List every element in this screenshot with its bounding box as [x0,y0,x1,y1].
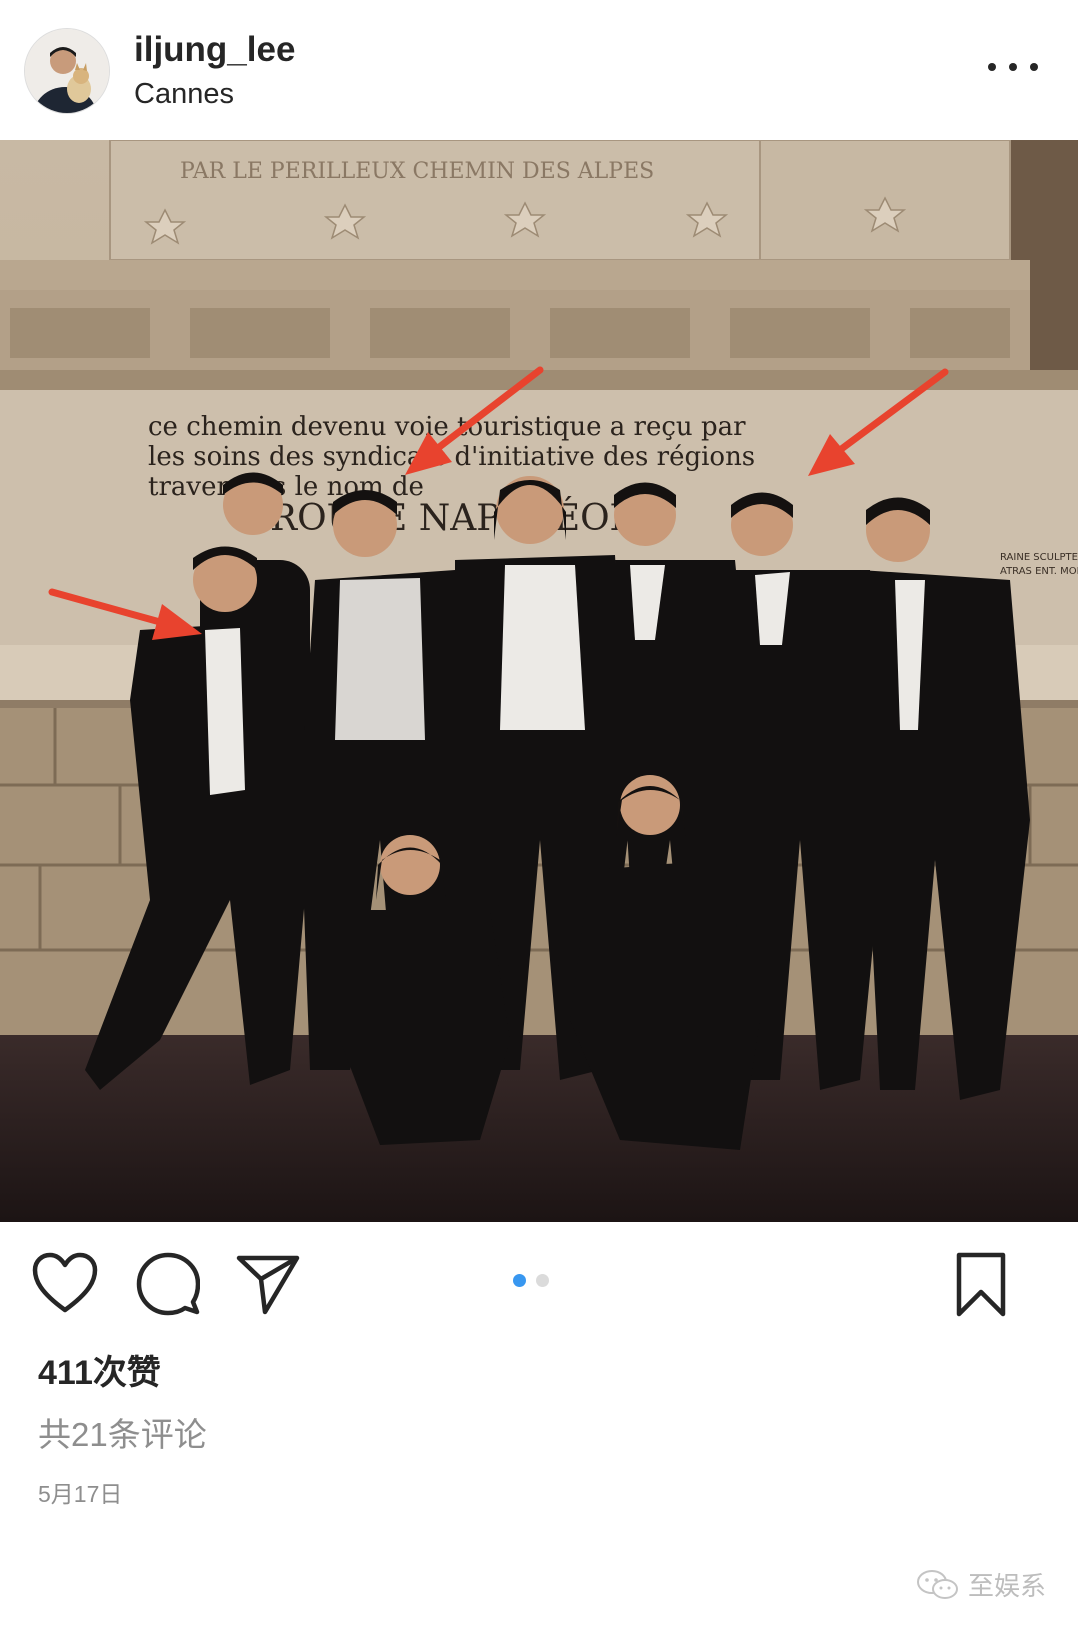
inscription-top-line-2: PAR LE PERILLEUX CHEMIN DES ALPES [180,159,654,184]
sculptor-credit-1: RAINE SCULPTE [1000,552,1078,563]
username[interactable]: iljung_lee [134,30,295,70]
like-count[interactable]: 411次赞 [38,1345,161,1394]
avatar-image [25,29,109,113]
bookmark-icon[interactable] [955,1252,1025,1322]
carousel-indicator [513,1274,549,1287]
watermark-text: 至娱系 [967,1571,1046,1601]
view-comments-link[interactable]: 共21条评论 [38,1408,207,1456]
inscription-big: ROUTE NAPOLÉON [270,497,641,539]
comment-icon[interactable] [136,1252,206,1322]
inscription-line-2: les soins des syndicats d'initiative des… [148,442,755,472]
send-icon[interactable] [236,1252,306,1322]
more-dot [1009,63,1017,71]
carousel-dot-active [513,1274,526,1287]
post-photo[interactable]: PAR LE PERILLEUX CHEMIN DES ALPES ce che… [0,140,1078,1222]
post-date: 5月17日 [38,1481,123,1507]
heart-icon[interactable] [32,1252,102,1322]
more-dot [1030,63,1038,71]
avatar[interactable] [24,28,110,114]
watermark: 至娱系 [916,1566,1046,1603]
post-header: iljung_lee Cannes [0,0,1078,140]
location[interactable]: Cannes [134,78,234,111]
group-photo: PAR LE PERILLEUX CHEMIN DES ALPES ce che… [0,140,1078,1222]
more-horizontal-icon[interactable] [988,52,1038,82]
sculptor-credit-2: ATRAS ENT. MONUM. [1000,566,1078,577]
wechat-icon [916,1569,958,1599]
more-dot [988,63,996,71]
carousel-dot [536,1274,549,1287]
